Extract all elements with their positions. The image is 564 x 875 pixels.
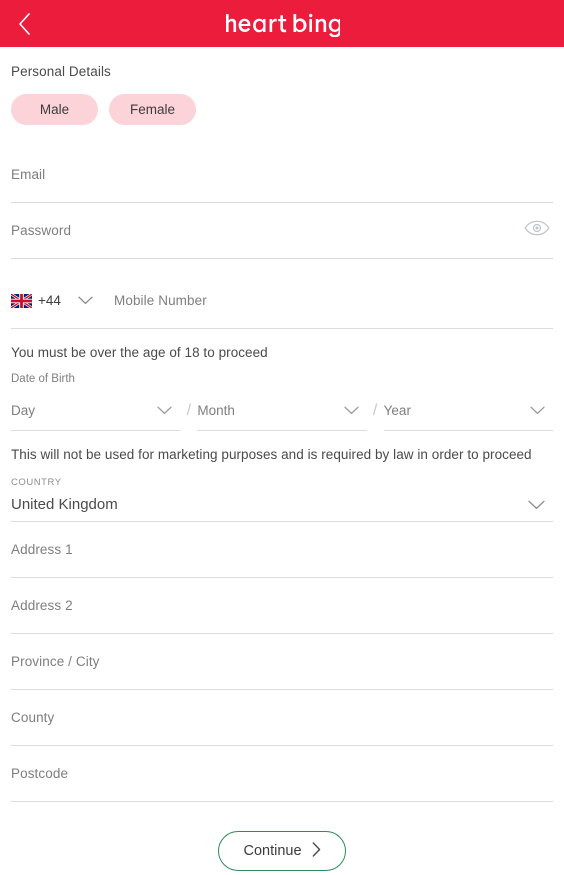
gender-selector: Male Female: [11, 94, 553, 125]
chevron-down-icon: [157, 406, 172, 415]
uk-flag-icon: [11, 293, 32, 308]
address2-field[interactable]: Address 2: [11, 578, 553, 634]
address1-placeholder: Address 1: [11, 542, 73, 557]
postcode-placeholder: Postcode: [11, 766, 69, 781]
chevron-down-icon: [528, 500, 545, 510]
chevron-down-icon: [78, 296, 93, 305]
county-field[interactable]: County: [11, 690, 553, 746]
date-of-birth-row: Day / Month / Year: [11, 391, 553, 431]
registration-form: Personal Details Male Female Email Passw…: [0, 64, 564, 871]
password-visibility-toggle[interactable]: [523, 220, 551, 242]
page-title: Personal Details: [11, 64, 111, 79]
eye-icon: [524, 220, 550, 241]
email-placeholder: Email: [11, 167, 46, 182]
dob-day-placeholder: Day: [11, 403, 36, 418]
country-value: United Kingdom: [11, 496, 118, 513]
address1-field[interactable]: Address 1: [11, 522, 553, 578]
city-field[interactable]: Province / City: [11, 634, 553, 690]
postcode-field[interactable]: Postcode: [11, 746, 553, 802]
continue-button[interactable]: Continue: [218, 831, 346, 871]
phone-row: +44 Mobile Number: [11, 273, 553, 329]
county-placeholder: County: [11, 710, 55, 725]
country-code-select[interactable]: +44: [11, 273, 105, 329]
address2-placeholder: Address 2: [11, 598, 73, 613]
gender-male-button[interactable]: Male: [11, 94, 98, 125]
password-placeholder: Password: [11, 223, 72, 238]
dob-separator: /: [186, 402, 192, 419]
dial-code-label: +44: [38, 293, 61, 308]
chevron-down-icon: [530, 406, 545, 415]
heart-bingo-logo: [224, 11, 340, 37]
country-label: COUNTRY: [11, 477, 62, 488]
date-of-birth-label: Date of Birth: [11, 373, 75, 385]
dob-year-select[interactable]: Year: [383, 391, 553, 431]
continue-button-label: Continue: [243, 843, 302, 859]
email-field[interactable]: Email: [11, 147, 553, 203]
city-placeholder: Province / City: [11, 654, 100, 669]
app-header: [0, 0, 564, 47]
dob-month-placeholder: Month: [197, 403, 235, 418]
dob-month-select[interactable]: Month: [197, 391, 367, 431]
chevron-right-icon: [312, 841, 321, 861]
mobile-number-input[interactable]: Mobile Number: [105, 273, 553, 329]
back-button[interactable]: [6, 0, 42, 47]
dob-year-placeholder: Year: [383, 403, 411, 418]
password-field[interactable]: Password: [11, 203, 553, 259]
dob-day-select[interactable]: Day: [11, 391, 181, 431]
marketing-disclaimer: This will not be used for marketing purp…: [11, 447, 532, 462]
country-select[interactable]: United Kingdom: [11, 488, 553, 522]
continue-button-wrap: Continue: [11, 831, 553, 871]
chevron-down-icon: [344, 406, 359, 415]
gender-female-button[interactable]: Female: [109, 94, 196, 125]
chevron-left-icon: [18, 12, 31, 35]
mobile-number-placeholder: Mobile Number: [114, 293, 207, 308]
dob-separator: /: [372, 402, 378, 419]
age-requirement-note: You must be over the age of 18 to procee…: [11, 345, 268, 360]
